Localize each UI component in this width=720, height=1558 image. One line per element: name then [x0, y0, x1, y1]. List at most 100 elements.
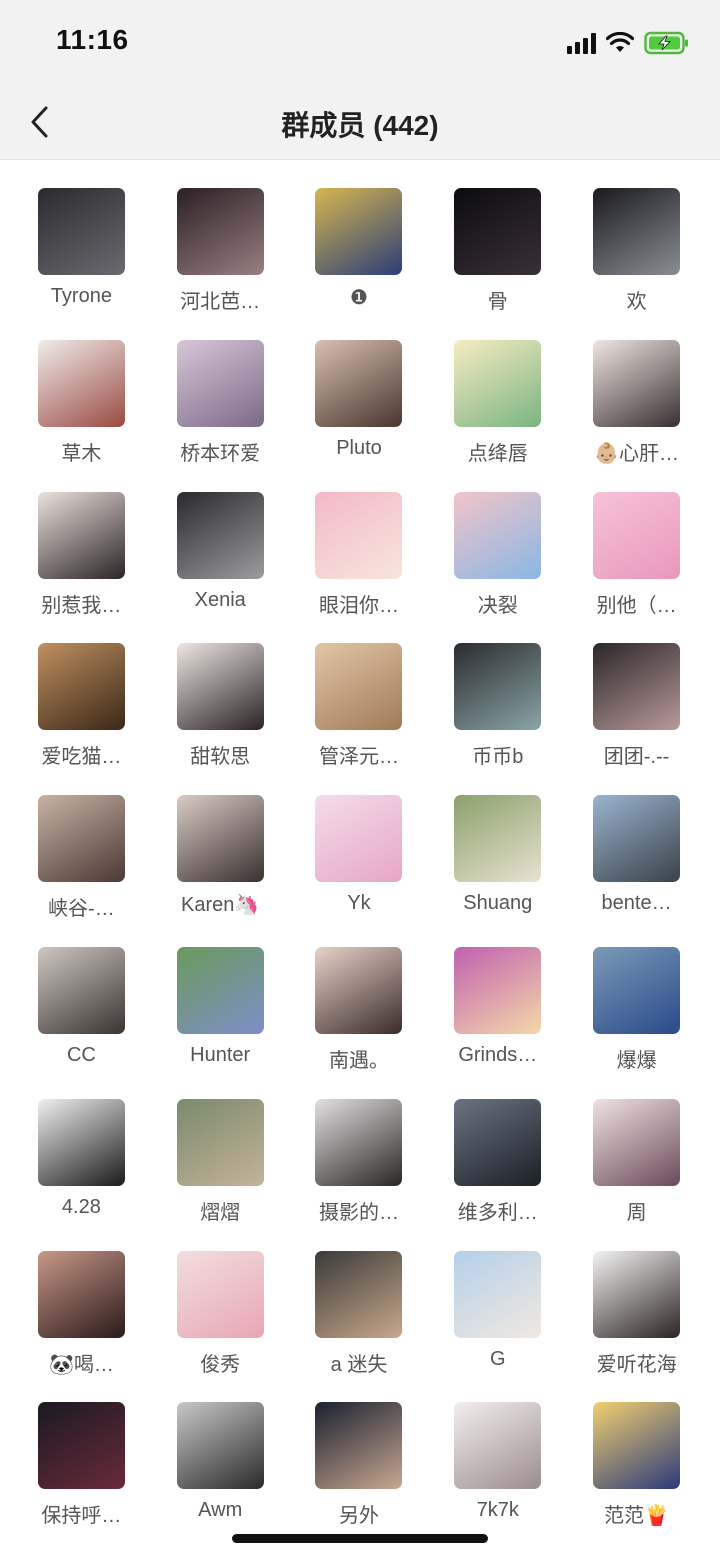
member-avatar[interactable] — [37, 491, 125, 579]
member-item[interactable]: 爱吃猫… — [12, 643, 151, 795]
member-avatar[interactable] — [454, 339, 542, 427]
member-avatar[interactable] — [176, 946, 264, 1034]
member-name: 管泽元… — [318, 746, 399, 769]
member-avatar[interactable] — [593, 339, 681, 427]
member-avatar[interactable] — [315, 1402, 403, 1490]
member-item[interactable]: 河北芭… — [151, 188, 290, 340]
member-item[interactable]: 维多利… — [428, 1098, 567, 1251]
member-avatar[interactable] — [176, 1098, 264, 1186]
member-item[interactable]: 甜软思 — [151, 643, 290, 795]
member-item[interactable]: 草木 — [12, 339, 151, 492]
member-item[interactable]: Pluto — [290, 339, 429, 492]
member-item[interactable]: 管泽元… — [290, 643, 429, 795]
member-item[interactable]: Karen🦄 — [151, 795, 290, 947]
member-avatar[interactable] — [315, 643, 403, 731]
member-avatar[interactable] — [315, 1250, 403, 1338]
member-item[interactable]: 南遇。 — [290, 946, 429, 1099]
member-name: Tyrone — [50, 285, 112, 307]
member-item[interactable]: 币币b — [428, 643, 567, 795]
member-avatar[interactable] — [593, 795, 681, 883]
member-avatar[interactable] — [37, 1402, 125, 1490]
member-name: 眼泪你… — [318, 594, 399, 617]
member-avatar[interactable] — [593, 1250, 681, 1338]
member-avatar[interactable] — [454, 1250, 542, 1338]
member-item[interactable]: 眼泪你… — [290, 491, 429, 644]
member-avatar[interactable] — [37, 1250, 125, 1338]
member-item[interactable]: 👶🏼心肝… — [567, 339, 706, 492]
member-avatar[interactable] — [454, 188, 542, 275]
member-avatar[interactable] — [454, 491, 542, 579]
member-item[interactable]: 熠熠 — [151, 1098, 290, 1251]
member-name: 币币b — [472, 746, 524, 769]
member-item[interactable]: 骨 — [428, 188, 567, 340]
member-avatar[interactable] — [593, 1402, 681, 1490]
member-item[interactable]: a 迷失 — [290, 1250, 429, 1403]
member-item[interactable]: Grinds… — [428, 946, 567, 1099]
member-name: 范范🍟 — [604, 1505, 670, 1528]
member-avatar[interactable] — [176, 188, 264, 275]
member-item[interactable]: 保持呼… — [12, 1402, 151, 1554]
member-avatar[interactable] — [37, 188, 125, 275]
member-avatar[interactable] — [37, 795, 125, 883]
member-avatar[interactable] — [176, 339, 264, 427]
member-avatar[interactable] — [454, 643, 542, 731]
member-avatar[interactable] — [315, 946, 403, 1034]
member-avatar[interactable] — [593, 1098, 681, 1186]
member-item[interactable]: Xenia — [151, 491, 290, 644]
member-avatar[interactable] — [176, 643, 264, 731]
member-avatar[interactable] — [454, 795, 542, 883]
member-item[interactable]: 峡谷-… — [12, 795, 151, 947]
member-avatar[interactable] — [593, 188, 681, 275]
member-item[interactable]: CC — [12, 946, 151, 1099]
member-item[interactable]: bente… — [567, 795, 706, 947]
member-name: 保持呼… — [41, 1505, 122, 1528]
member-avatar[interactable] — [176, 1402, 264, 1490]
member-item[interactable]: 范范🍟 — [567, 1402, 706, 1554]
member-item[interactable]: 4.28 — [12, 1098, 151, 1251]
member-item[interactable]: 周 — [567, 1098, 706, 1251]
member-item[interactable]: Shuang — [428, 795, 567, 947]
member-avatar[interactable] — [37, 339, 125, 427]
member-avatar[interactable] — [593, 946, 681, 1034]
member-avatar[interactable] — [315, 1098, 403, 1186]
member-avatar[interactable] — [593, 643, 681, 731]
member-item[interactable]: 🐼喝… — [12, 1250, 151, 1403]
member-avatar[interactable] — [593, 491, 681, 579]
member-avatar[interactable] — [454, 946, 542, 1034]
member-item[interactable]: 点绛唇 — [428, 339, 567, 492]
member-item[interactable]: 桥本环爱 — [151, 339, 290, 492]
member-avatar[interactable] — [37, 946, 125, 1034]
member-name: a 迷失 — [330, 1353, 388, 1376]
member-item[interactable]: Hunter — [151, 946, 290, 1099]
member-item[interactable]: 团团-.-- — [567, 643, 706, 795]
member-avatar[interactable] — [315, 491, 403, 579]
member-item[interactable]: 爆爆 — [567, 946, 706, 1099]
member-item[interactable]: 决裂 — [428, 491, 567, 644]
member-item[interactable]: G — [428, 1250, 567, 1403]
member-avatar[interactable] — [454, 1098, 542, 1186]
member-item[interactable]: Yk — [290, 795, 429, 947]
member-avatar[interactable] — [315, 339, 403, 427]
member-item[interactable]: 别惹我… — [12, 491, 151, 644]
member-name: 周 — [626, 1201, 647, 1224]
member-item[interactable]: 7k7k — [428, 1402, 567, 1554]
member-item[interactable]: 俊秀 — [151, 1250, 290, 1403]
member-name: 甜软思 — [190, 746, 251, 769]
member-avatar[interactable] — [176, 491, 264, 579]
member-avatar[interactable] — [37, 1098, 125, 1186]
member-item[interactable]: 欢 — [567, 188, 706, 340]
member-avatar[interactable] — [176, 1250, 264, 1338]
member-item[interactable]: Tyrone — [12, 188, 151, 340]
status-icons — [567, 30, 690, 56]
member-item[interactable]: Awm — [151, 1402, 290, 1554]
member-item[interactable]: 另外 — [290, 1402, 429, 1554]
member-avatar[interactable] — [454, 1402, 542, 1490]
member-avatar[interactable] — [37, 643, 125, 731]
member-avatar[interactable] — [315, 795, 403, 883]
member-item[interactable]: ❶ — [290, 188, 429, 340]
member-avatar[interactable] — [176, 795, 264, 883]
member-item[interactable]: 爱听花海 — [567, 1250, 706, 1403]
member-item[interactable]: 别他（… — [567, 491, 706, 644]
member-avatar[interactable] — [315, 188, 403, 275]
member-item[interactable]: 摄影的… — [290, 1098, 429, 1251]
